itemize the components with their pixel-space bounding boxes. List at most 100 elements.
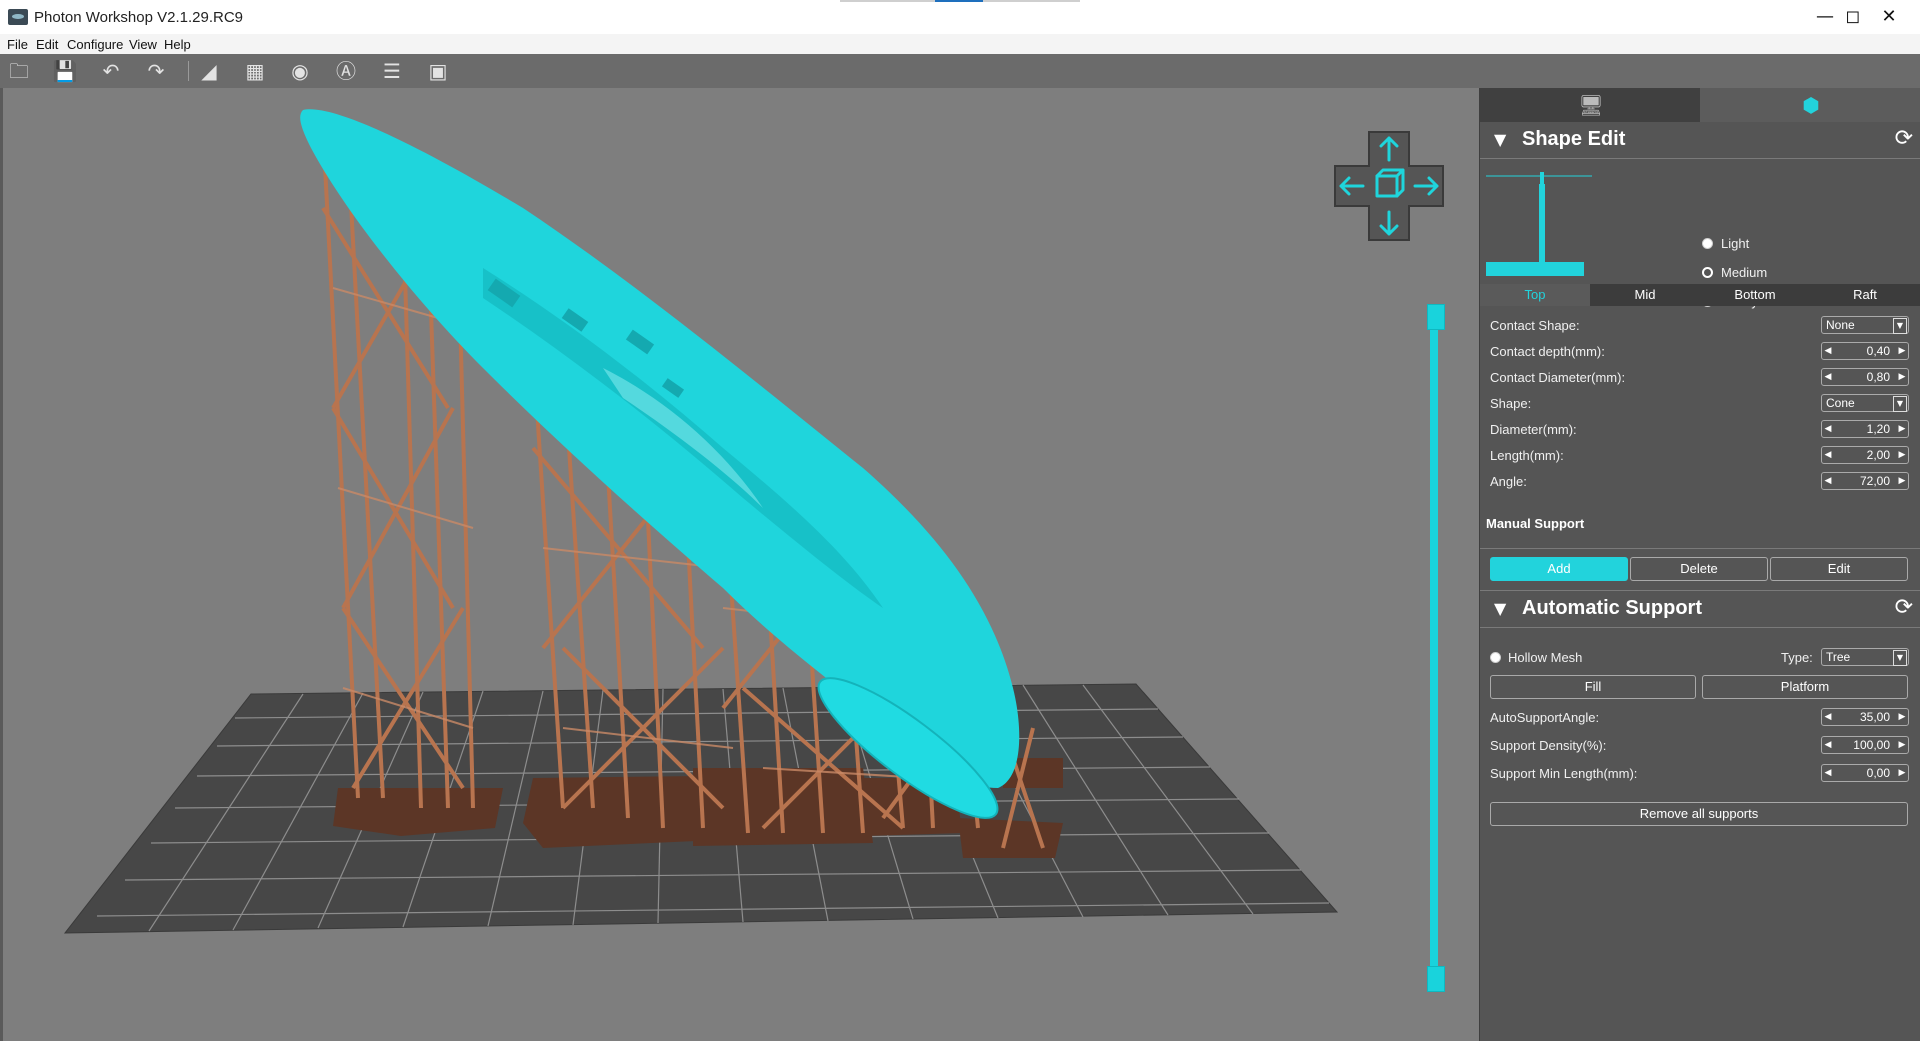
contact-shape-value: None: [1826, 318, 1855, 332]
punch-hole-icon[interactable]: ◉: [287, 59, 313, 83]
decrement-icon[interactable]: ◀: [1823, 421, 1833, 437]
contact-depth-value[interactable]: 0,40: [1867, 344, 1890, 358]
panel-tab-bar: 🖥 ⬢: [1480, 88, 1920, 122]
collapse-triangle-icon[interactable]: ▼: [1494, 130, 1506, 149]
increment-icon[interactable]: ▶: [1897, 709, 1907, 725]
contact-diameter-row: Contact Diameter(mm): ◀ 0,80 ▶: [1480, 366, 1920, 390]
decrement-icon[interactable]: ◀: [1823, 737, 1833, 753]
shape-select[interactable]: Cone ▼: [1821, 394, 1909, 412]
contact-diameter-stepper[interactable]: ◀ 0,80 ▶: [1821, 368, 1909, 386]
refresh-icon[interactable]: ⟳: [1895, 595, 1913, 620]
increment-icon[interactable]: ▶: [1897, 765, 1907, 781]
preset-medium[interactable]: Medium: [1702, 265, 1767, 280]
maximize-icon[interactable]: ◻: [1838, 4, 1868, 30]
support-min-length-row: Support Min Length(mm): ◀ 0,00 ▶: [1480, 762, 1920, 786]
slice-icon[interactable]: ☰: [379, 59, 405, 83]
dropdown-arrow-icon[interactable]: ▼: [1893, 396, 1907, 412]
radio-medium[interactable]: [1702, 267, 1713, 278]
shape-value: Cone: [1826, 396, 1855, 410]
add-support-button[interactable]: Add: [1490, 557, 1628, 581]
divider: [1480, 548, 1920, 549]
delete-support-button[interactable]: Delete: [1630, 557, 1768, 581]
diameter-stepper[interactable]: ◀ 1,20 ▶: [1821, 420, 1909, 438]
tab-raft[interactable]: Raft: [1810, 284, 1920, 306]
mirror-icon[interactable]: ◢: [196, 59, 222, 83]
angle-stepper[interactable]: ◀ 72,00 ▶: [1821, 472, 1909, 490]
tab-printer-settings[interactable]: 🖥: [1480, 88, 1700, 122]
collapse-triangle-icon[interactable]: ▼: [1494, 599, 1506, 618]
support-model-icon: ⬢: [1802, 93, 1820, 117]
length-stepper[interactable]: ◀ 2,00 ▶: [1821, 446, 1909, 464]
decrement-icon[interactable]: ◀: [1823, 343, 1833, 359]
open-folder-icon[interactable]: 🗀: [6, 59, 32, 83]
remove-all-supports-button[interactable]: Remove all supports: [1490, 802, 1908, 826]
title-bar: Photon Workshop V2.1.29.RC9 — ◻ ✕: [0, 0, 1920, 35]
tab-top[interactable]: Top: [1480, 284, 1590, 306]
decrement-icon[interactable]: ◀: [1823, 447, 1833, 463]
contact-depth-stepper[interactable]: ◀ 0,40 ▶: [1821, 342, 1909, 360]
support-type-select[interactable]: Tree ▼: [1821, 648, 1909, 666]
support-min-length-stepper[interactable]: ◀ 0,00 ▶: [1821, 764, 1909, 782]
angle-row: Angle: ◀ 72,00 ▶: [1480, 470, 1920, 494]
platform-button[interactable]: Platform: [1702, 675, 1908, 699]
refresh-icon[interactable]: ⟳: [1895, 126, 1913, 151]
shape-edit-header[interactable]: ▼ Shape Edit ⟳: [1480, 122, 1920, 159]
undo-icon[interactable]: ↶: [98, 59, 124, 83]
angle-label: Angle:: [1490, 474, 1527, 489]
increment-icon[interactable]: ▶: [1897, 343, 1907, 359]
increment-icon[interactable]: ▶: [1897, 369, 1907, 385]
support-density-value[interactable]: 100,00: [1853, 738, 1890, 752]
layer-slider-track[interactable]: [1430, 304, 1438, 974]
hollow-mesh-label: Hollow Mesh: [1508, 650, 1583, 665]
fill-button[interactable]: Fill: [1490, 675, 1696, 699]
menu-help[interactable]: Help: [164, 37, 191, 52]
increment-icon[interactable]: ▶: [1897, 737, 1907, 753]
menu-file[interactable]: File: [7, 37, 28, 52]
layer-slider-top-handle[interactable]: [1427, 304, 1445, 330]
preset-light[interactable]: Light: [1702, 236, 1749, 251]
close-icon[interactable]: ✕: [1874, 4, 1904, 30]
title-strip-accent: [935, 0, 983, 2]
increment-icon[interactable]: ▶: [1897, 421, 1907, 437]
decrement-icon[interactable]: ◀: [1823, 473, 1833, 489]
length-value[interactable]: 2,00: [1867, 448, 1890, 462]
contact-diameter-value[interactable]: 0,80: [1867, 370, 1890, 384]
navigation-cube[interactable]: [1333, 130, 1445, 242]
decrement-icon[interactable]: ◀: [1823, 765, 1833, 781]
dropdown-arrow-icon[interactable]: ▼: [1893, 318, 1907, 334]
dropdown-arrow-icon[interactable]: ▼: [1893, 650, 1907, 666]
hollow-mesh-radio[interactable]: [1490, 652, 1501, 663]
layer-slider-bottom-handle[interactable]: [1427, 966, 1445, 992]
save-icon[interactable]: 💾: [52, 59, 78, 83]
auto-support-angle-stepper[interactable]: ◀ 35,00 ▶: [1821, 708, 1909, 726]
text-icon[interactable]: Ⓐ: [333, 59, 359, 83]
menu-bar: File Edit Configure View Help: [0, 34, 1920, 54]
support-min-length-value[interactable]: 0,00: [1867, 766, 1890, 780]
support-density-stepper[interactable]: ◀ 100,00 ▶: [1821, 736, 1909, 754]
scene-canvas: [63, 109, 1339, 934]
decrement-icon[interactable]: ◀: [1823, 709, 1833, 725]
hollow-icon[interactable]: ▦: [242, 59, 268, 83]
increment-icon[interactable]: ▶: [1897, 473, 1907, 489]
contact-diameter-label: Contact Diameter(mm):: [1490, 370, 1626, 385]
automatic-support-header[interactable]: ▼ Automatic Support ⟳: [1480, 590, 1920, 628]
decrement-icon[interactable]: ◀: [1823, 369, 1833, 385]
menu-edit[interactable]: Edit: [36, 37, 58, 52]
tab-mid[interactable]: Mid: [1590, 284, 1700, 306]
auto-support-angle-value[interactable]: 35,00: [1860, 710, 1890, 724]
menu-view[interactable]: View: [129, 37, 157, 52]
minimize-icon[interactable]: —: [1810, 4, 1840, 30]
increment-icon[interactable]: ▶: [1897, 447, 1907, 463]
menu-configure[interactable]: Configure: [67, 37, 123, 52]
contact-shape-select[interactable]: None ▼: [1821, 316, 1909, 334]
edit-support-button[interactable]: Edit: [1770, 557, 1908, 581]
angle-value[interactable]: 72,00: [1860, 474, 1890, 488]
tab-bottom[interactable]: Bottom: [1700, 284, 1810, 306]
redo-icon[interactable]: ↷: [143, 59, 169, 83]
radio-light[interactable]: [1702, 238, 1713, 249]
diameter-value[interactable]: 1,20: [1867, 422, 1890, 436]
fit-view-icon[interactable]: ▣: [425, 59, 451, 83]
contact-shape-row: Contact Shape: None ▼: [1480, 314, 1920, 338]
tab-support[interactable]: ⬢: [1700, 88, 1920, 122]
3d-viewport[interactable]: [0, 88, 1479, 1041]
